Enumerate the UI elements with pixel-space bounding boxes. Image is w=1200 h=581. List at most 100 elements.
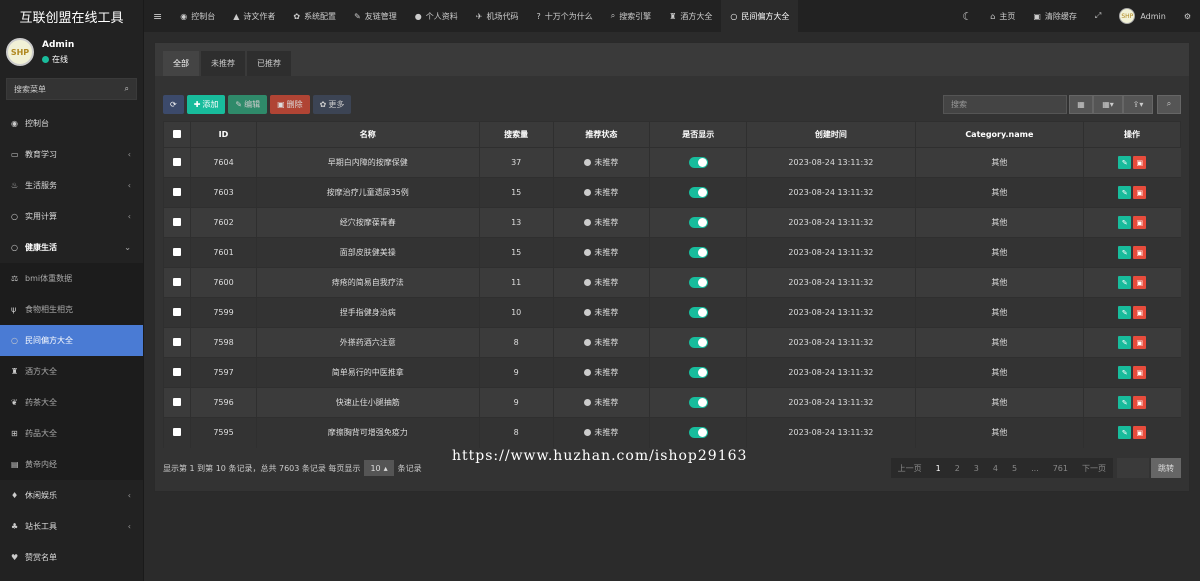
visible-toggle[interactable] bbox=[688, 247, 708, 258]
row-delete-button[interactable]: ▣ bbox=[1133, 366, 1147, 379]
row-checkbox[interactable] bbox=[162, 417, 191, 448]
row-edit-button[interactable]: ✎ bbox=[1118, 426, 1132, 440]
visible-toggle[interactable] bbox=[688, 187, 708, 198]
filter-tab-0[interactable]: 全部 bbox=[163, 51, 199, 76]
columns-dropdown-button[interactable]: ▦▾ bbox=[1093, 94, 1123, 114]
column-header[interactable]: Category.name bbox=[914, 121, 1085, 148]
page-size-select[interactable]: 10 ▴ bbox=[364, 460, 394, 476]
tab-1[interactable]: ▲ 诗文作者 bbox=[224, 0, 284, 32]
sidebar-item-8[interactable]: ♜ 酒方大全 bbox=[0, 356, 143, 387]
tab-0[interactable]: ◉ 控制台 bbox=[171, 0, 224, 32]
export-dropdown-button[interactable]: ⇪▾ bbox=[1123, 94, 1153, 114]
row-delete-button[interactable]: ▣ bbox=[1133, 186, 1147, 199]
row-edit-button[interactable]: ✎ bbox=[1118, 306, 1132, 319]
visible-toggle[interactable] bbox=[688, 397, 708, 408]
column-header[interactable]: 名称 bbox=[255, 121, 480, 148]
sidebar-item-6[interactable]: ψ 食物相生相克 bbox=[0, 294, 143, 325]
row-edit-button[interactable]: ✎ bbox=[1118, 276, 1132, 289]
tab-6[interactable]: ? 十万个为什么 bbox=[527, 0, 601, 32]
row-delete-button[interactable]: ▣ bbox=[1133, 246, 1147, 259]
row-delete-button[interactable]: ▣ bbox=[1133, 156, 1147, 169]
prev-page-button[interactable]: 上一页 bbox=[891, 463, 929, 474]
sidebar-item-14[interactable]: ♥ 赞赏名单 bbox=[0, 542, 143, 573]
tab-5[interactable]: ✈ 机场代码 bbox=[467, 0, 528, 32]
visible-toggle[interactable] bbox=[688, 277, 708, 288]
tab-9[interactable]: ○ 民间偏方大全 bbox=[721, 0, 799, 32]
column-header[interactable]: ID bbox=[190, 121, 257, 148]
row-checkbox[interactable] bbox=[162, 387, 191, 418]
row-delete-button[interactable]: ▣ bbox=[1133, 336, 1147, 349]
sidebar-item-12[interactable]: ♦ 休闲娱乐 ‹ bbox=[0, 480, 143, 511]
column-header[interactable]: 推荐状态 bbox=[552, 121, 651, 148]
page-button[interactable]: 4 bbox=[986, 464, 1005, 473]
visible-toggle[interactable] bbox=[688, 157, 708, 168]
tab-3[interactable]: ✎ 友链管理 bbox=[345, 0, 406, 32]
sidebar-item-11[interactable]: ▤ 黄帝内经 bbox=[0, 449, 143, 480]
fullscreen-button[interactable]: ⤢ bbox=[1086, 0, 1110, 32]
column-header[interactable]: 创建时间 bbox=[746, 121, 916, 148]
sidebar-item-4[interactable]: ○ 健康生活 ⌄ bbox=[0, 232, 143, 263]
tab-4[interactable]: ● 个人资料 bbox=[406, 0, 467, 32]
filter-tab-2[interactable]: 已推荐 bbox=[247, 51, 291, 76]
sidebar-item-2[interactable]: ♨ 生活服务 ‹ bbox=[0, 170, 143, 201]
page-button[interactable]: ... bbox=[1024, 464, 1046, 473]
row-delete-button[interactable]: ▣ bbox=[1133, 426, 1147, 440]
page-button[interactable]: 5 bbox=[1005, 464, 1024, 473]
column-header[interactable]: 操作 bbox=[1083, 121, 1181, 148]
menu-toggle-button[interactable]: ≡ bbox=[144, 0, 171, 32]
row-checkbox[interactable] bbox=[162, 267, 191, 298]
jump-page-input[interactable] bbox=[1117, 458, 1149, 478]
page-button[interactable]: 2 bbox=[948, 464, 967, 473]
tab-7[interactable]: ⌕ 搜索引擎 bbox=[602, 0, 660, 32]
select-all-checkbox[interactable] bbox=[162, 121, 192, 148]
search-icon[interactable]: ⌕ bbox=[125, 84, 129, 94]
row-edit-button[interactable]: ✎ bbox=[1118, 396, 1132, 409]
column-header[interactable]: 是否显示 bbox=[649, 121, 748, 148]
sidebar-item-1[interactable]: ▭ 教育学习 ‹ bbox=[0, 139, 143, 170]
row-edit-button[interactable]: ✎ bbox=[1118, 366, 1132, 379]
app-title[interactable]: 互联创盟在线工具 bbox=[0, 0, 143, 32]
row-delete-button[interactable]: ▣ bbox=[1133, 216, 1147, 229]
row-checkbox[interactable] bbox=[162, 207, 191, 238]
row-edit-button[interactable]: ✎ bbox=[1118, 246, 1132, 259]
row-edit-button[interactable]: ✎ bbox=[1118, 186, 1132, 199]
home-button[interactable]: ⌂ 主页 bbox=[981, 0, 1024, 32]
sidebar-item-3[interactable]: ○ 实用计算 ‹ bbox=[0, 201, 143, 232]
more-button[interactable]: ✿ 更多 bbox=[312, 94, 352, 114]
sidebar-item-9[interactable]: ❦ 药茶大全 bbox=[0, 387, 143, 418]
sidebar-item-5[interactable]: ⚖ bmi体重数据 bbox=[0, 263, 143, 294]
row-edit-button[interactable]: ✎ bbox=[1118, 156, 1132, 169]
row-checkbox[interactable] bbox=[162, 327, 191, 358]
clear-cache-button[interactable]: ▣ 清除缓存 bbox=[1024, 0, 1086, 32]
sidebar-item-10[interactable]: ⊞ 药品大全 bbox=[0, 418, 143, 449]
visible-toggle[interactable] bbox=[688, 337, 708, 348]
admin-menu[interactable]: SHP Admin bbox=[1110, 0, 1175, 32]
visible-toggle[interactable] bbox=[688, 367, 708, 378]
row-checkbox[interactable] bbox=[162, 297, 191, 328]
table-search-input[interactable]: 搜索 bbox=[943, 94, 1067, 114]
sidebar-item-7[interactable]: ○ 民间偏方大全 bbox=[0, 325, 143, 356]
row-delete-button[interactable]: ▣ bbox=[1133, 396, 1147, 409]
next-page-button[interactable]: 下一页 bbox=[1075, 463, 1113, 474]
add-button[interactable]: ✚ 添加 bbox=[186, 94, 226, 114]
page-button[interactable]: 1 bbox=[929, 464, 948, 473]
tab-8[interactable]: ♜ 酒方大全 bbox=[660, 0, 721, 32]
row-checkbox[interactable] bbox=[162, 357, 191, 388]
visible-toggle[interactable] bbox=[688, 307, 708, 318]
jump-button[interactable]: 跳转 bbox=[1151, 458, 1181, 478]
settings-button[interactable]: ⚙ bbox=[1175, 0, 1200, 32]
row-edit-button[interactable]: ✎ bbox=[1118, 216, 1132, 229]
row-delete-button[interactable]: ▣ bbox=[1133, 306, 1147, 319]
tab-2[interactable]: ✿ 系统配置 bbox=[284, 0, 345, 32]
row-checkbox[interactable] bbox=[162, 177, 191, 208]
column-header[interactable]: 搜索量 bbox=[478, 121, 554, 148]
visible-toggle[interactable] bbox=[688, 427, 708, 439]
advanced-search-button[interactable]: ⌕ bbox=[1157, 94, 1181, 114]
page-button[interactable]: 3 bbox=[967, 464, 986, 473]
row-checkbox[interactable] bbox=[162, 237, 191, 268]
sidebar-item-0[interactable]: ◉ 控制台 bbox=[0, 108, 143, 139]
page-button[interactable]: 761 bbox=[1046, 464, 1075, 473]
menu-search-input[interactable]: 搜索菜单 ⌕ bbox=[6, 78, 137, 100]
row-edit-button[interactable]: ✎ bbox=[1118, 336, 1132, 349]
row-checkbox[interactable] bbox=[162, 147, 191, 178]
